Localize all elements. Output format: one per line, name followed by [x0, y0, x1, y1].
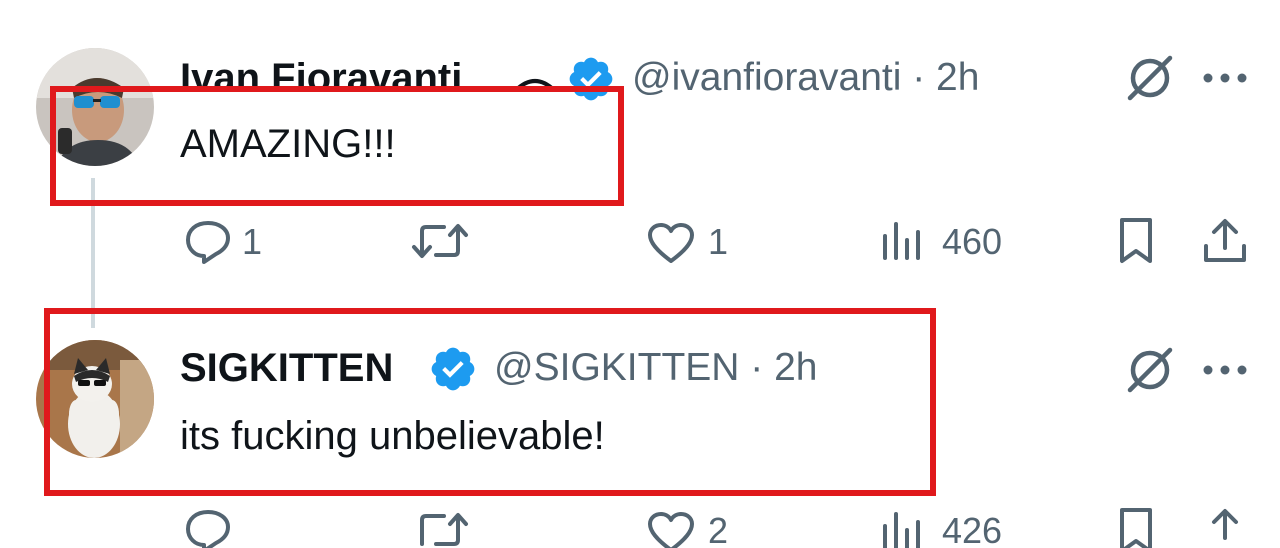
bookmark-icon[interactable] — [1116, 216, 1156, 266]
share-icon[interactable] — [1200, 506, 1250, 548]
like-count: 1 — [708, 221, 729, 262]
share-icon[interactable] — [1200, 216, 1250, 266]
views-icon[interactable] — [880, 220, 926, 262]
highlight-box-tweet-2 — [44, 308, 936, 496]
retweet-icon[interactable] — [410, 219, 470, 263]
reply-icon[interactable] — [184, 219, 232, 265]
reply-count: 1 — [242, 221, 263, 262]
heart-icon[interactable] — [646, 221, 696, 265]
retweet-icon[interactable] — [410, 508, 470, 548]
highlight-box-tweet-1 — [50, 86, 624, 206]
reply-icon[interactable] — [184, 508, 232, 548]
view-count: 426 — [942, 510, 1003, 548]
more-icon[interactable] — [1200, 360, 1250, 380]
grok-icon[interactable] — [1124, 344, 1176, 396]
grok-icon[interactable] — [1124, 52, 1176, 104]
bookmark-icon[interactable] — [1116, 506, 1156, 548]
author-handle-time[interactable]: @ivanfioravanti · 2h — [632, 56, 979, 100]
more-icon[interactable] — [1200, 68, 1250, 88]
like-count: 2 — [708, 510, 729, 548]
heart-icon[interactable] — [646, 510, 696, 548]
views-icon[interactable] — [880, 510, 926, 548]
view-count: 460 — [942, 221, 1003, 262]
